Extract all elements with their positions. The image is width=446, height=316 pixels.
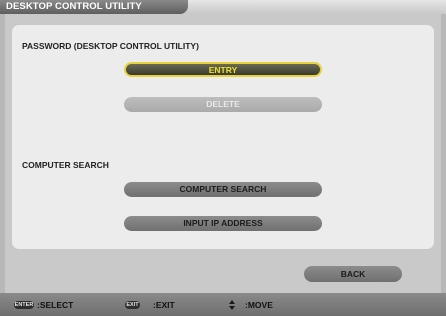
password-section-label: PASSWORD (DESKTOP CONTROL UTILITY)	[22, 41, 199, 51]
window-title: DESKTOP CONTROL UTILITY	[0, 0, 188, 14]
status-select: ENTER :SELECT	[14, 300, 73, 310]
dialog-screen: DESKTOP CONTROL UTILITY PASSWORD (DESKTO…	[0, 0, 446, 316]
status-select-label: :SELECT	[37, 300, 74, 310]
title-bar: DESKTOP CONTROL UTILITY	[0, 0, 446, 14]
input-ip-address-button[interactable]: INPUT IP ADDRESS	[124, 216, 322, 231]
exit-key-icon: EXIT	[125, 301, 140, 309]
status-exit-label: :EXIT	[153, 300, 175, 310]
delete-button[interactable]: DELETE	[124, 97, 322, 112]
status-move-label: :MOVE	[245, 300, 273, 310]
settings-panel: PASSWORD (DESKTOP CONTROL UTILITY) ENTRY…	[12, 25, 434, 249]
back-button[interactable]: BACK	[304, 266, 402, 282]
enter-key-icon: ENTER	[14, 301, 34, 309]
entry-button[interactable]: ENTRY	[124, 62, 322, 77]
status-move: :MOVE	[229, 300, 273, 310]
computer-search-button[interactable]: COMPUTER SEARCH	[124, 182, 322, 197]
status-exit: EXIT :EXIT	[125, 300, 175, 310]
up-down-arrows-icon	[229, 300, 235, 310]
status-bar: ENTER :SELECT EXIT :EXIT :MOVE	[0, 293, 446, 316]
computer-search-section-label: COMPUTER SEARCH	[22, 160, 109, 170]
